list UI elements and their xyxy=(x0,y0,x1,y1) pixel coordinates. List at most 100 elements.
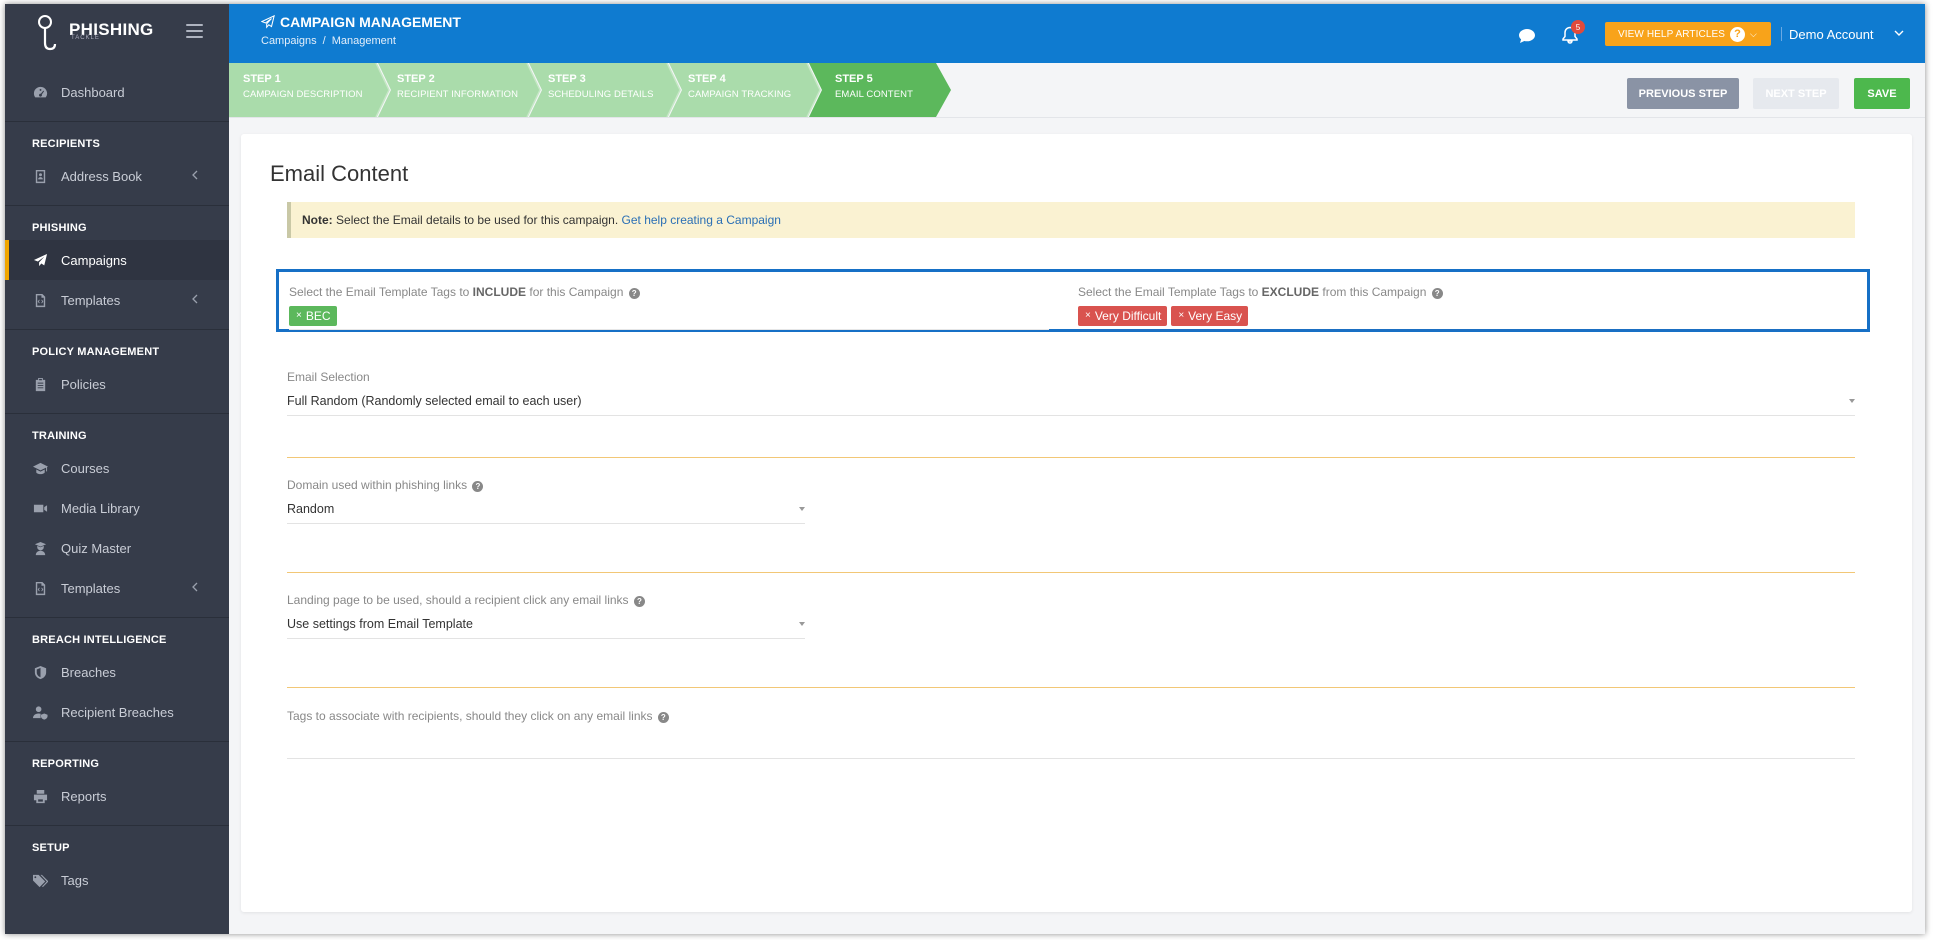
question-icon[interactable]: ? xyxy=(472,481,484,492)
landing-page-label: Landing page to be used, should a recipi… xyxy=(287,593,805,607)
tag-chip[interactable]: × Very Easy xyxy=(1171,305,1249,326)
sidebar-item-label: Reports xyxy=(61,788,107,804)
section-setup: SETUP xyxy=(32,842,70,854)
sidebar-item-templates[interactable]: Templates xyxy=(5,280,229,320)
breadcrumb: Campaigns / Management xyxy=(261,35,396,47)
view-help-articles-button[interactable]: VIEW HELP ARTICLES ? ⌵ xyxy=(1605,22,1771,46)
sidebar-item-media-library[interactable]: Media Library xyxy=(5,488,229,528)
click-tags-field: Tags to associate with recipients, shoul… xyxy=(287,709,1855,723)
breadcrumb-management: Management xyxy=(331,35,396,47)
click-tags-label: Tags to associate with recipients, shoul… xyxy=(287,709,1855,723)
help-campaign-link[interactable]: Get help creating a Campaign xyxy=(622,213,781,227)
section-recipients: RECIPIENTS xyxy=(32,138,101,150)
chevron-left-icon xyxy=(192,170,198,180)
chevron-down-icon xyxy=(799,507,805,511)
step-wizard: STEP 1 CAMPAIGN DESCRIPTION STEP 2 RECIP… xyxy=(229,63,1925,118)
chevron-left-icon xyxy=(192,294,198,304)
file-code-icon xyxy=(32,580,48,596)
email-selection-select[interactable]: Full Random (Randomly selected email to … xyxy=(287,394,1855,416)
tag-chip[interactable]: × BEC xyxy=(289,305,337,326)
remove-tag-icon[interactable]: × xyxy=(1178,310,1184,321)
sidebar-item-dashboard[interactable]: Dashboard xyxy=(5,72,229,112)
exclude-tags-input[interactable]: × Very Difficult × Very Easy xyxy=(1078,305,1858,331)
graduation-cap-icon xyxy=(32,460,48,476)
sidebar-item-label: Breaches xyxy=(61,664,116,680)
step-number: STEP 3 xyxy=(548,73,586,85)
domain-field: Domain used within phishing links ? Rand… xyxy=(287,478,805,524)
next-step-button[interactable]: NEXT STEP xyxy=(1753,78,1839,109)
step-2[interactable]: STEP 2 RECIPIENT INFORMATION xyxy=(397,63,518,117)
sidebar-item-quiz-master[interactable]: Quiz Master xyxy=(5,528,229,568)
include-tags-input[interactable]: × BEC xyxy=(289,305,1049,330)
step-label: CAMPAIGN DESCRIPTION xyxy=(243,89,363,100)
chevron-down-icon[interactable] xyxy=(1894,29,1904,37)
sidebar-item-label: Templates xyxy=(61,580,121,596)
email-content-card: Email Content Note: Select the Email det… xyxy=(241,134,1912,912)
step-number: STEP 5 xyxy=(835,73,873,85)
sidebar-item-label: Media Library xyxy=(61,500,140,516)
email-selection-field: Email Selection Full Random (Randomly se… xyxy=(287,370,1855,416)
step-label: EMAIL CONTENT xyxy=(835,89,914,100)
chevron-down-icon xyxy=(1849,399,1855,403)
sidebar-item-label: Recipient Breaches xyxy=(61,704,174,720)
domain-select[interactable]: Random xyxy=(287,502,805,524)
sidebar: PHISHING TACKLE Dashboard RECIPIENTS Add… xyxy=(5,4,229,934)
logo-subtext: TACKLE xyxy=(71,35,100,41)
tag-chip[interactable]: × Very Difficult xyxy=(1078,305,1168,326)
sidebar-item-label: Campaigns xyxy=(61,252,127,268)
remove-tag-icon[interactable]: × xyxy=(296,310,302,321)
sidebar-item-label: Tags xyxy=(61,872,89,888)
step-label: RECIPIENT INFORMATION xyxy=(397,89,519,100)
step-number: STEP 4 xyxy=(688,73,726,85)
question-icon[interactable]: ? xyxy=(628,288,640,299)
click-tags-input[interactable] xyxy=(287,758,1855,759)
app-window: PHISHING TACKLE Dashboard RECIPIENTS Add… xyxy=(5,4,1925,934)
note-text: Select the Email details to be used for … xyxy=(336,213,619,227)
sidebar-item-campaigns[interactable]: Campaigns xyxy=(5,240,229,280)
step-3[interactable]: STEP 3 SCHEDULING DETAILS xyxy=(548,63,654,117)
sidebar-item-recipient-breaches[interactable]: Recipient Breaches xyxy=(5,692,229,732)
save-button[interactable]: SAVE xyxy=(1854,78,1910,109)
chat-icon[interactable] xyxy=(1518,28,1536,44)
sidebar-item-address-book[interactable]: Address Book xyxy=(5,156,229,196)
account-menu[interactable]: Demo Account xyxy=(1789,27,1874,42)
question-icon[interactable]: ? xyxy=(657,712,669,723)
breadcrumb-campaigns[interactable]: Campaigns xyxy=(261,35,317,47)
template-tags-panel: Select the Email Template Tags to INCLUD… xyxy=(276,269,1870,332)
remove-tag-icon[interactable]: × xyxy=(1085,310,1091,321)
chevron-left-icon xyxy=(192,582,198,592)
question-icon[interactable]: ? xyxy=(633,596,645,607)
sidebar-item-policies[interactable]: Policies xyxy=(5,364,229,404)
chevron-down-icon: ⌵ xyxy=(1750,28,1757,39)
question-icon: ? xyxy=(1730,26,1746,42)
sidebar-item-courses[interactable]: Courses xyxy=(5,448,229,488)
menu-toggle-icon[interactable] xyxy=(186,24,203,38)
note-banner: Note: Select the Email details to be use… xyxy=(287,202,1855,238)
divider xyxy=(287,457,1855,458)
step-number: STEP 1 xyxy=(243,73,281,85)
question-icon[interactable]: ? xyxy=(1431,288,1443,299)
video-camera-icon xyxy=(32,500,48,516)
file-code-icon xyxy=(32,292,48,308)
sidebar-item-tags[interactable]: Tags xyxy=(5,860,229,900)
section-training: TRAINING xyxy=(32,430,87,442)
logo[interactable]: PHISHING TACKLE xyxy=(5,4,229,62)
section-policy-management: POLICY MANAGEMENT xyxy=(32,346,160,358)
previous-step-button[interactable]: PREVIOUS STEP xyxy=(1627,78,1739,109)
sidebar-item-training-templates[interactable]: Templates xyxy=(5,568,229,608)
divider xyxy=(1781,27,1782,41)
sidebar-item-breaches[interactable]: Breaches xyxy=(5,652,229,692)
include-tags-label: Select the Email Template Tags to INCLUD… xyxy=(289,285,1049,299)
step-1[interactable]: STEP 1 CAMPAIGN DESCRIPTION xyxy=(243,63,363,117)
landing-page-select[interactable]: Use settings from Email Template xyxy=(287,617,805,639)
chevron-down-icon xyxy=(799,622,805,626)
divider xyxy=(287,687,1855,688)
sidebar-item-label: Policies xyxy=(61,376,106,392)
sidebar-item-reports[interactable]: Reports xyxy=(5,776,229,816)
step-4[interactable]: STEP 4 CAMPAIGN TRACKING xyxy=(688,63,791,117)
printer-icon xyxy=(32,788,48,804)
step-label: SCHEDULING DETAILS xyxy=(548,89,654,100)
step-5[interactable]: STEP 5 EMAIL CONTENT xyxy=(835,63,913,117)
section-title: Email Content xyxy=(270,161,409,186)
landing-page-field: Landing page to be used, should a recipi… xyxy=(287,593,805,639)
